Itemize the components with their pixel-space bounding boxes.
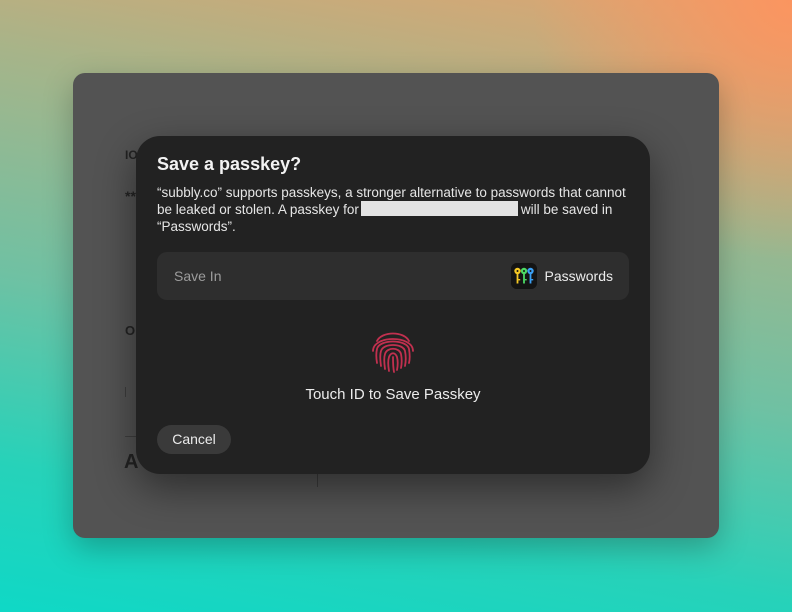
background-text-fragment: O	[125, 323, 136, 338]
save-in-row[interactable]: Save In Passwords	[157, 252, 629, 300]
save-in-label: Save In	[174, 268, 222, 284]
cancel-button[interactable]: Cancel	[157, 425, 231, 454]
save-in-app-name: Passwords	[544, 268, 613, 284]
touch-id-prompt: Touch ID to Save Passkey	[305, 386, 481, 403]
dialog-message: “subbly.co” supports passkeys, a stronge…	[157, 184, 629, 235]
background-divider	[125, 387, 126, 397]
background-text-fragment: **	[125, 188, 136, 204]
background-divider	[317, 473, 318, 487]
dialog-title: Save a passkey?	[157, 154, 302, 174]
save-passkey-dialog: Save a passkey? “subbly.co” supports pas…	[136, 136, 650, 474]
passwords-keys-icon	[510, 263, 537, 289]
redacted-account-name	[360, 201, 518, 216]
fingerprint-icon[interactable]	[368, 325, 418, 375]
save-in-selected-app[interactable]: Passwords	[510, 263, 613, 289]
